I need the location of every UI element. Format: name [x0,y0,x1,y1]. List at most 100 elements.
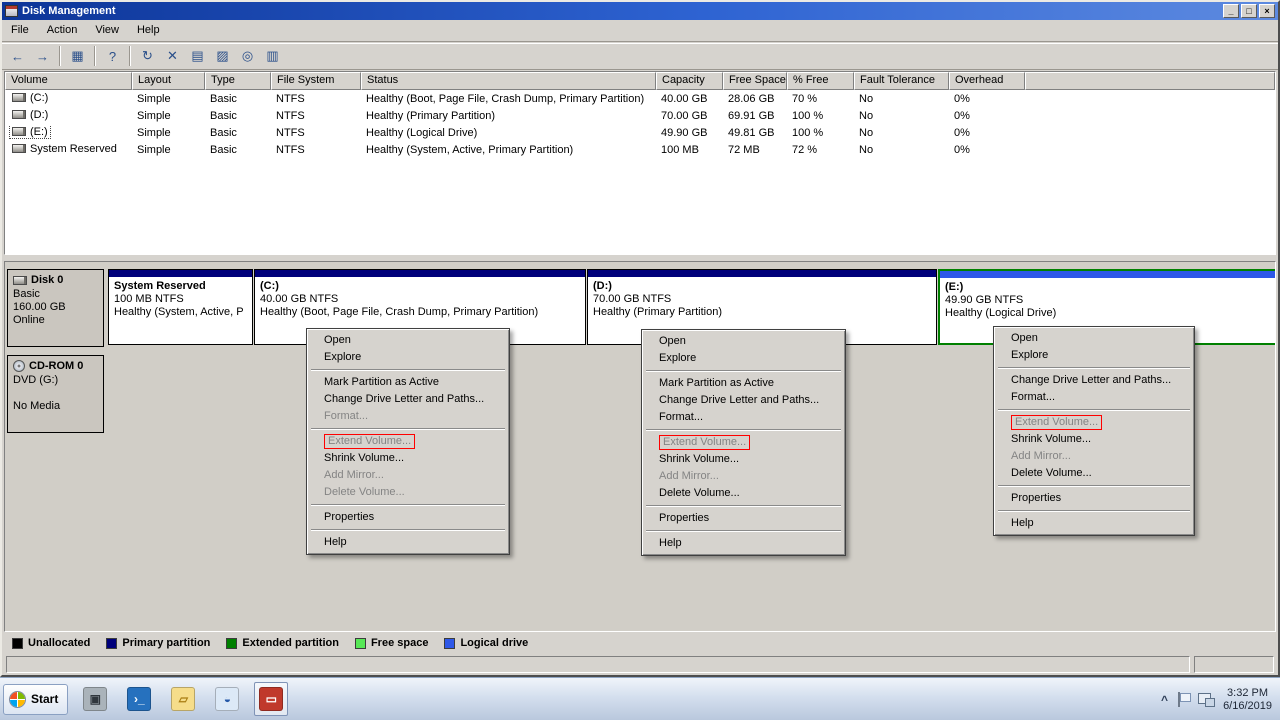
menu-item-change-drive-letter-and-paths[interactable]: Change Drive Letter and Paths... [996,372,1192,389]
start-label: Start [31,692,58,706]
console-tree-icon[interactable]: ▦ [66,45,89,67]
tray-chevron-icon[interactable]: ^ [1161,693,1168,707]
toolbar-separator [59,46,61,66]
menu-item-shrink-volume[interactable]: Shrink Volume... [644,451,843,468]
menu-item-change-drive-letter-and-paths[interactable]: Change Drive Letter and Paths... [309,391,507,408]
explorer-folder-icon-glyph: ▱ [171,687,195,711]
close-button[interactable]: × [1259,4,1275,18]
properties-icon[interactable]: ▤ [186,45,209,67]
menu-item-open[interactable]: Open [996,330,1192,347]
refresh-icon[interactable]: ↻ [136,45,159,67]
cell-fault_tolerance: No [854,127,949,139]
find-icon[interactable]: ◎ [236,45,259,67]
clock[interactable]: 3:32 PM 6/16/2019 [1223,687,1272,713]
disk-label-line: 160.00 GB [13,301,98,314]
menu-item-help[interactable]: Help [644,535,843,552]
menu-separator [998,485,1190,487]
menu-item-properties[interactable]: Properties [309,509,507,526]
table-row[interactable]: (C:)SimpleBasicNTFSHealthy (Boot, Page F… [5,90,1275,107]
menu-item-format[interactable]: Format... [644,409,843,426]
delete-icon[interactable]: ✕ [161,45,184,67]
open-folder-icon[interactable]: ▨ [211,45,234,67]
menu-item-delete-volume[interactable]: Delete Volume... [644,485,843,502]
server-manager-icon[interactable]: ▣ [78,682,112,716]
menu-file[interactable]: File [2,20,38,41]
partition-size: 70.00 GB NTFS [593,293,931,306]
column-header-file-system[interactable]: File System [271,72,361,90]
volume-disk-icon [12,127,26,136]
menu-item-open[interactable]: Open [309,332,507,349]
cell-status: Healthy (Primary Partition) [361,110,656,122]
menu-item-explore[interactable]: Explore [309,349,507,366]
action-center-flag-icon[interactable] [1177,692,1189,707]
back-icon[interactable]: ← [6,45,29,67]
menu-item-open[interactable]: Open [644,333,843,350]
column-header-overhead[interactable]: Overhead [949,72,1025,90]
disk-label-line: Online [13,314,98,327]
column-header-fault-tolerance[interactable]: Fault Tolerance [854,72,949,90]
start-button[interactable]: Start [3,684,68,715]
volume-label: (D:) [30,109,48,121]
menu-view[interactable]: View [86,20,128,41]
help-icon[interactable]: ? [101,45,124,67]
cell-overhead: 0% [949,110,1025,122]
menu-item-explore[interactable]: Explore [644,350,843,367]
menu-item-properties[interactable]: Properties [996,490,1192,507]
volume-disk-icon [12,110,26,119]
menu-item-help[interactable]: Help [309,534,507,551]
menu-help[interactable]: Help [128,20,169,41]
partition-status: Healthy (Logical Drive) [945,307,1272,320]
volume-cell-content: (E:) [10,126,50,138]
cell-volume: (C:) [5,92,132,106]
cell-free_space: 28.06 GB [723,93,787,105]
table-row[interactable]: System ReservedSimpleBasicNTFSHealthy (S… [5,141,1275,158]
partition-info: System Reserved100 MB NTFSHealthy (Syste… [109,277,252,322]
column-header-capacity[interactable]: Capacity [656,72,723,90]
restore-button[interactable]: □ [1241,4,1257,18]
views-icon[interactable]: ▥ [261,45,284,67]
menu-item-shrink-volume[interactable]: Shrink Volume... [309,450,507,467]
legend-item-extended-partition: Extended partition [226,637,339,649]
context-menu-d-drive: OpenExplore Mark Partition as ActiveChang… [641,329,846,556]
cell-free_space: 72 MB [723,144,787,156]
network-icon[interactable] [1198,693,1214,706]
partition-title: System Reserved [114,280,247,293]
partition-size: 49.90 GB NTFS [945,294,1272,307]
toolbar: ←→ ▦? ↻✕▤▨◎▥ [2,43,1278,70]
partition-system-reserved[interactable]: System Reserved100 MB NTFSHealthy (Syste… [108,269,253,345]
menu-item-shrink-volume[interactable]: Shrink Volume... [996,431,1192,448]
menu-item-mark-partition-as-active[interactable]: Mark Partition as Active [644,375,843,392]
admin-toolbox-icon[interactable]: ▭ [254,682,288,716]
menu-item-help[interactable]: Help [996,515,1192,532]
table-row[interactable]: (E:)SimpleBasicNTFSHealthy (Logical Driv… [5,124,1275,141]
menu-item-delete-volume[interactable]: Delete Volume... [996,465,1192,482]
graphical-view-pane: Disk 0Basic160.00 GBOnlineSystem Reserve… [4,261,1276,632]
annotation-highlight-box: Extend Volume... [324,434,415,449]
app-icon[interactable] [5,5,18,17]
disk-label-disk-0[interactable]: Disk 0Basic160.00 GBOnline [7,269,104,347]
explorer-folder-icon[interactable]: ▱ [166,682,200,716]
menu-item-explore[interactable]: Explore [996,347,1192,364]
column-header-type[interactable]: Type [205,72,271,90]
column-header-status[interactable]: Status [361,72,656,90]
menu-item-mark-partition-as-active[interactable]: Mark Partition as Active [309,374,507,391]
menu-item-properties[interactable]: Properties [644,510,843,527]
forward-icon[interactable]: → [31,45,54,67]
system-tray: ^ 3:32 PM 6/16/2019 [1161,678,1272,720]
menu-action[interactable]: Action [38,20,87,41]
column-header-volume[interactable]: Volume [5,72,132,90]
cell-fault_tolerance: No [854,93,949,105]
disk-label-line: No Media [13,400,98,413]
powershell-icon[interactable]: ›_ [122,682,156,716]
cell-capacity: 40.00 GB [656,93,723,105]
table-row[interactable]: (D:)SimpleBasicNTFSHealthy (Primary Part… [5,107,1275,124]
installer-disc-icon[interactable]: ◒ [210,682,244,716]
column-header-free-space[interactable]: Free Space [723,72,787,90]
minimize-button[interactable]: _ [1223,4,1239,18]
menu-item-format[interactable]: Format... [996,389,1192,406]
column-header-layout[interactable]: Layout [132,72,205,90]
cell-pct_free: 72 % [787,144,854,156]
menu-item-change-drive-letter-and-paths[interactable]: Change Drive Letter and Paths... [644,392,843,409]
column-header-free[interactable]: % Free [787,72,854,90]
disk-label-cd-rom-0[interactable]: CD-ROM 0DVD (G:)No Media [7,355,104,433]
